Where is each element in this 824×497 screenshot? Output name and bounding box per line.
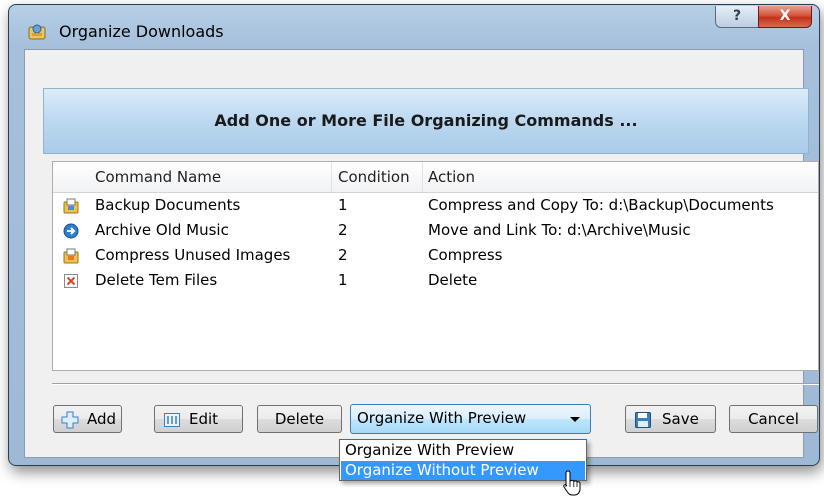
table-row[interactable]: Backup Documents 1 Compress and Copy To:… xyxy=(53,194,818,219)
column-divider[interactable] xyxy=(422,162,423,192)
floppy-disk-icon xyxy=(635,412,651,428)
organize-mode-value: Organize With Preview xyxy=(357,409,527,427)
chevron-down-icon[interactable] xyxy=(570,417,580,422)
add-label: Add xyxy=(87,410,117,428)
dialog-client-area: Add One or More File Organizing Commands… xyxy=(24,49,819,458)
condition-cell: 1 xyxy=(338,271,348,289)
divider xyxy=(52,383,819,385)
condition-cell: 2 xyxy=(338,221,348,239)
organize-mode-dropdown-list[interactable]: Organize With Preview Organize Without P… xyxy=(339,439,587,481)
delete-button[interactable]: Delete xyxy=(257,405,342,433)
action-cell: Move and Link To: d:\Archive\Music xyxy=(428,221,691,239)
organize-downloads-window: Organize Downloads ? X Add One or More F… xyxy=(8,4,820,466)
command-name-cell: Archive Old Music xyxy=(95,221,229,239)
action-cell: Compress xyxy=(428,246,503,264)
hand-pointer-cursor-icon xyxy=(563,470,581,496)
help-button[interactable]: ? xyxy=(715,6,759,28)
action-cell: Compress and Copy To: d:\Backup\Document… xyxy=(428,196,774,214)
plus-icon xyxy=(61,411,79,429)
organize-icon xyxy=(63,248,79,264)
title-bar[interactable]: Organize Downloads xyxy=(9,5,819,55)
edit-label: Edit xyxy=(189,410,219,428)
header-banner: Add One or More File Organizing Commands… xyxy=(43,88,809,154)
window-title: Organize Downloads xyxy=(59,22,224,41)
command-name-cell: Compress Unused Images xyxy=(95,246,291,264)
commands-table[interactable]: Command Name Condition Action Backup Doc… xyxy=(52,161,819,371)
dropdown-option-without-preview[interactable]: Organize Without Preview xyxy=(341,461,585,480)
close-button[interactable]: X xyxy=(758,6,812,28)
table-row[interactable]: Delete Tem Files 1 Delete xyxy=(53,269,818,294)
cancel-label: Cancel xyxy=(748,410,799,428)
organize-mode-select[interactable]: Organize With Preview xyxy=(350,404,591,434)
dropdown-option-with-preview[interactable]: Organize With Preview xyxy=(341,441,585,460)
delete-x-icon xyxy=(64,274,78,288)
command-name-cell: Delete Tem Files xyxy=(95,271,218,289)
cancel-button[interactable]: Cancel xyxy=(729,405,818,433)
arrow-right-circle-icon xyxy=(63,223,79,239)
app-icon xyxy=(28,24,46,40)
command-name-cell: Backup Documents xyxy=(95,196,241,214)
table-header: Command Name Condition Action xyxy=(53,162,818,193)
condition-cell: 1 xyxy=(338,196,348,214)
add-button[interactable]: Add xyxy=(53,405,122,433)
table-row[interactable]: Compress Unused Images 2 Compress xyxy=(53,244,818,269)
banner-text: Add One or More File Organizing Commands… xyxy=(214,111,638,130)
organize-icon xyxy=(63,198,79,214)
table-row[interactable]: Archive Old Music 2 Move and Link To: d:… xyxy=(53,219,818,244)
save-label: Save xyxy=(662,410,699,428)
delete-label: Delete xyxy=(274,410,325,428)
save-button[interactable]: Save xyxy=(625,405,716,433)
column-header-command-name[interactable]: Command Name xyxy=(95,168,221,186)
condition-cell: 2 xyxy=(338,246,348,264)
action-cell: Delete xyxy=(428,271,478,289)
column-header-condition[interactable]: Condition xyxy=(338,168,410,186)
edit-button[interactable]: Edit xyxy=(154,405,243,433)
edit-icon xyxy=(164,413,180,427)
column-divider[interactable] xyxy=(331,162,332,192)
column-header-action[interactable]: Action xyxy=(428,168,475,186)
